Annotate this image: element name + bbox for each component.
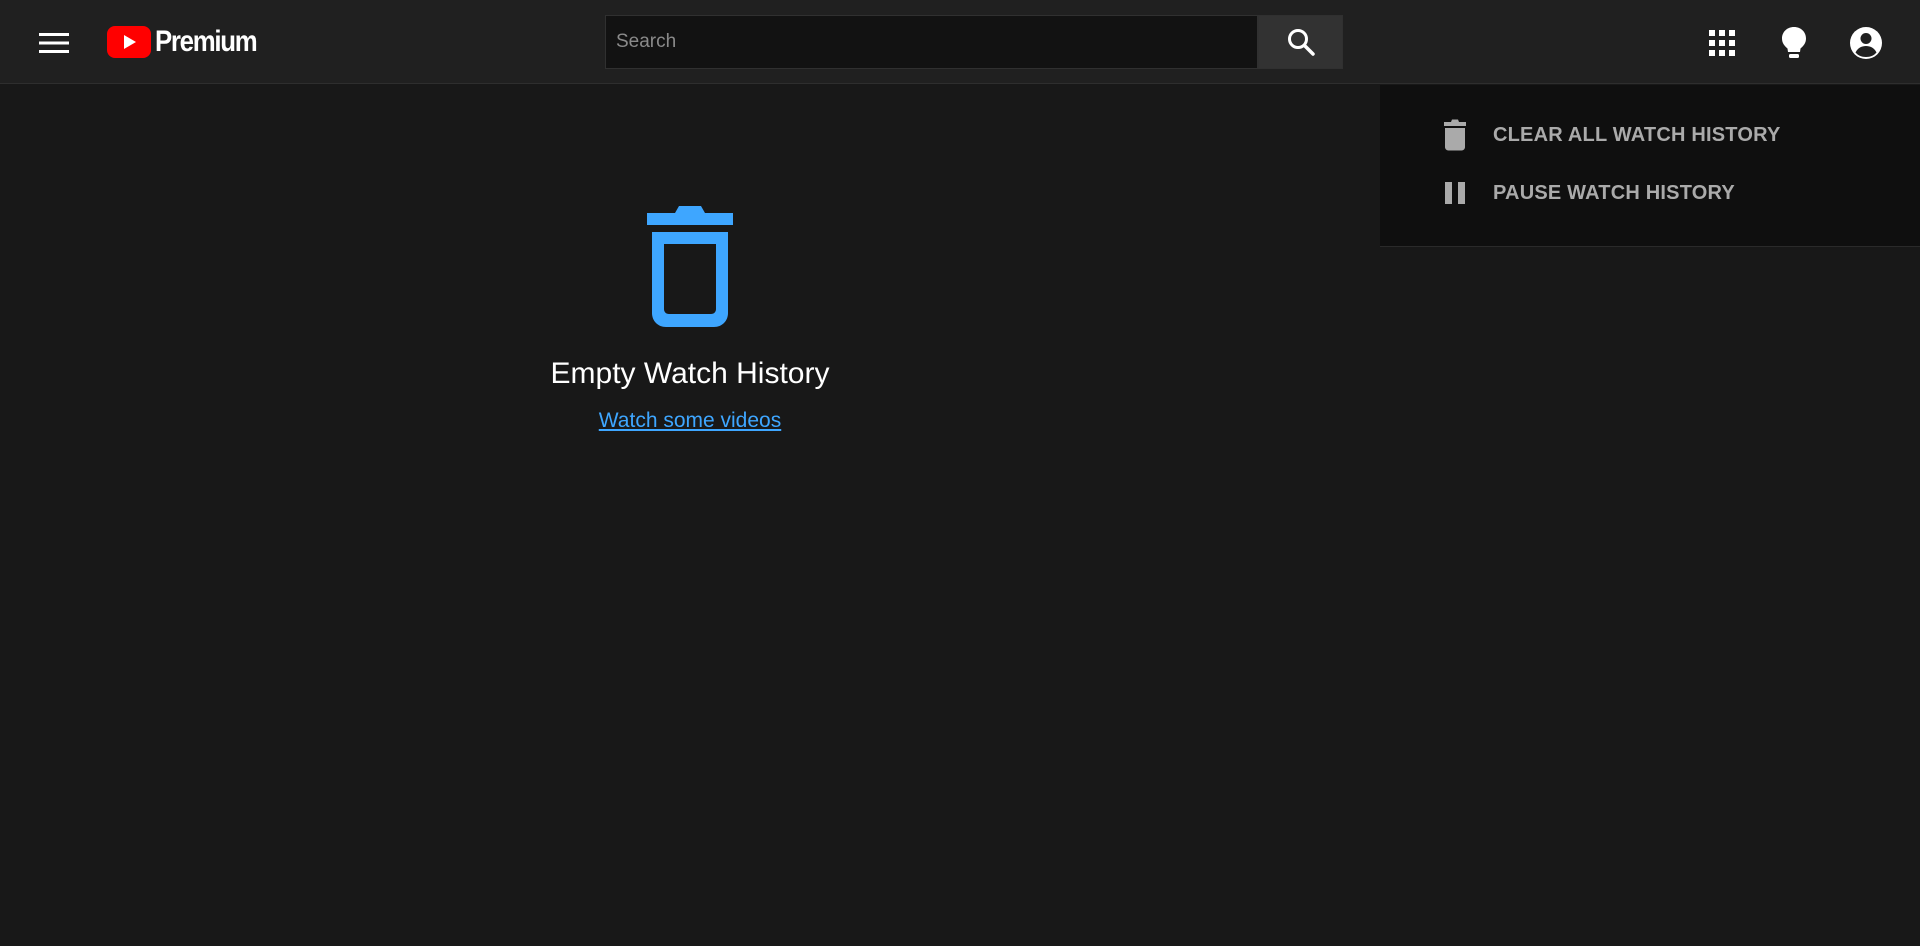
youtube-logo-icon [107,26,151,58]
theme-button[interactable] [1773,22,1815,64]
empty-title: Empty Watch History [550,357,830,390]
masthead: Premium [0,0,1920,84]
empty-watch-history: Empty Watch History Watch some videos [490,205,890,433]
account-button[interactable] [1845,22,1887,64]
menu-icon [39,33,69,53]
watch-videos-link[interactable]: Watch some videos [599,409,781,433]
search-input[interactable] [606,16,1257,68]
menu-button[interactable] [34,23,74,63]
apps-button[interactable] [1701,22,1743,64]
lightbulb-icon [1782,27,1806,58]
brand-name: Premium [155,25,258,58]
watch-history-actions-panel: CLEAR ALL WATCH HISTORY PAUSE WATCH HIST… [1380,85,1920,247]
pause-label: PAUSE WATCH HISTORY [1493,181,1735,204]
search-icon [1287,29,1315,56]
clear-all-watch-history-button[interactable]: CLEAR ALL WATCH HISTORY [1437,115,1781,155]
trash-icon [1437,117,1473,153]
pause-watch-history-button[interactable]: PAUSE WATCH HISTORY [1437,173,1735,213]
account-icon [1850,27,1882,59]
search-button[interactable] [1258,15,1343,69]
pause-icon [1437,175,1473,211]
search-box [605,15,1258,69]
apps-grid-icon [1709,30,1735,56]
clear-all-label: CLEAR ALL WATCH HISTORY [1493,123,1781,146]
trash-icon [647,206,733,327]
youtube-premium-logo[interactable]: Premium [107,24,273,60]
